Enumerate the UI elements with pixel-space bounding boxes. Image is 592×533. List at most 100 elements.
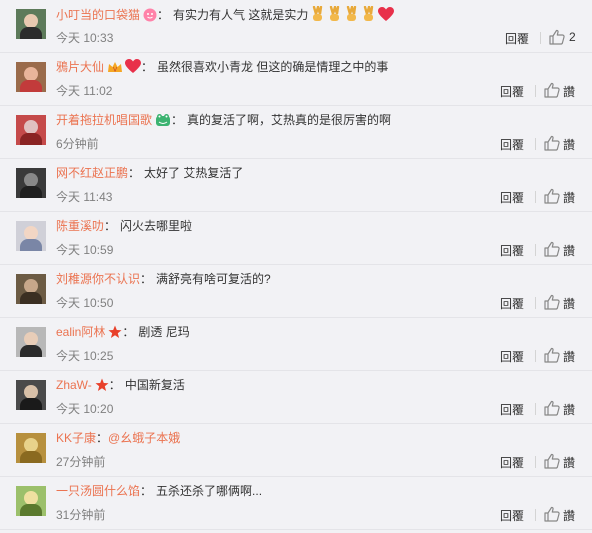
- comment-time: 今天 10:25: [56, 349, 114, 363]
- user-avatar[interactable]: [16, 115, 46, 145]
- action-divider: [535, 509, 536, 521]
- user-avatar[interactable]: [16, 380, 46, 410]
- comment-row: KK子康：@幺蛾子本娥 27分钟前 回覆 讚: [0, 424, 592, 477]
- user-avatar[interactable]: [16, 168, 46, 198]
- comment-line: 陈重溪叻： 闪火去哪里啦: [56, 218, 192, 234]
- action-divider: [535, 297, 536, 309]
- like-label[interactable]: 讚: [563, 348, 575, 365]
- comment-text: 闪火去哪里啦: [120, 219, 193, 233]
- colon-separator: ：: [141, 60, 154, 74]
- comment-text: 中国新复活: [124, 378, 185, 392]
- thumbs-up-icon[interactable]: [544, 453, 560, 469]
- username-link[interactable]: 一只汤圆什么馅: [56, 484, 140, 498]
- like-label[interactable]: 讚: [563, 136, 575, 153]
- username-link[interactable]: 鴉片大仙: [56, 60, 104, 74]
- comment-time: 6分钟前: [56, 137, 99, 151]
- user-avatar[interactable]: [16, 221, 46, 251]
- colon-separator: ：: [171, 113, 184, 127]
- username-link[interactable]: ZhaW-: [56, 378, 92, 392]
- heart-icon: [378, 7, 395, 26]
- thumbs-up-icon[interactable]: [544, 135, 560, 151]
- username-link[interactable]: KK子康: [56, 431, 96, 445]
- user-avatar[interactable]: [16, 274, 46, 304]
- username-link[interactable]: 小叮当的口袋猫: [56, 8, 140, 22]
- username-link[interactable]: 刘稚源你不认识: [56, 272, 140, 286]
- comment-row: ZhaW- ：中国新复活 今天 10:20 回覆 讚: [0, 371, 592, 424]
- victory-icon: [344, 2, 359, 26]
- comment-text: 太好了 艾热复活了: [144, 166, 244, 180]
- action-divider: [535, 244, 536, 256]
- comment-line: 开着拖拉机唱国歌 ：真的复活了啊，艾热真的是很厉害的啊: [56, 112, 391, 128]
- vip-crown-badge-icon: V: [107, 60, 123, 78]
- thumbs-up-icon[interactable]: [544, 347, 560, 363]
- comment-time: 今天 10:33: [56, 31, 114, 45]
- thumbs-up-icon[interactable]: [544, 241, 560, 257]
- thumbs-up-icon[interactable]: [544, 400, 560, 416]
- like-label[interactable]: 讚: [563, 295, 575, 312]
- comment-text: 有实力有人气 这就是实力: [173, 8, 309, 22]
- comment-time: 今天 10:59: [56, 243, 114, 257]
- reply-button[interactable]: 回覆: [500, 242, 524, 259]
- user-avatar[interactable]: [16, 62, 46, 92]
- username-link[interactable]: 网不红赵正鹏: [56, 166, 128, 180]
- like-label[interactable]: 讚: [563, 507, 575, 524]
- reply-button[interactable]: 回覆: [500, 83, 524, 100]
- reply-button[interactable]: 回覆: [500, 507, 524, 524]
- like-label[interactable]: 讚: [563, 454, 575, 471]
- comment-time: 今天 10:20: [56, 402, 114, 416]
- like-label[interactable]: 讚: [563, 242, 575, 259]
- thumbs-up-icon[interactable]: [549, 29, 565, 45]
- comment-text: 满舒亮有啥可复活的?: [156, 272, 271, 286]
- thumbs-up-icon[interactable]: [544, 506, 560, 522]
- victory-icon: [361, 2, 376, 26]
- mention-link[interactable]: @幺蛾子本娥: [108, 431, 180, 445]
- comment-line: 刘稚源你不认识： 满舒亮有啥可复活的?: [56, 271, 271, 287]
- reply-button[interactable]: 回覆: [500, 401, 524, 418]
- thumbs-up-icon[interactable]: [544, 82, 560, 98]
- action-divider: [535, 350, 536, 362]
- thumbs-up-icon[interactable]: [544, 188, 560, 204]
- reply-button[interactable]: 回覆: [500, 189, 524, 206]
- comment-line: 一只汤圆什么馅： 五杀还杀了哪俩啊...: [56, 483, 262, 499]
- comment-line: ZhaW- ：中国新复活: [56, 377, 185, 393]
- star-badge-icon: [108, 325, 122, 343]
- comment-text: 真的复活了啊，艾热真的是很厉害的啊: [187, 113, 392, 127]
- comment-row: ealin阿林 ：剧透 尼玛今天 10:25 回覆 讚: [0, 318, 592, 371]
- like-label[interactable]: 讚: [563, 401, 575, 418]
- user-avatar[interactable]: [16, 433, 46, 463]
- comment-line: ealin阿林 ：剧透 尼玛: [56, 324, 190, 340]
- user-avatar[interactable]: [16, 9, 46, 39]
- vip-cat-badge-icon: [143, 8, 157, 26]
- colon-separator: ：: [96, 431, 109, 445]
- thumbs-up-icon[interactable]: [544, 294, 560, 310]
- comment-row: 陈重溪叻： 闪火去哪里啦 今天 10:59 回覆 讚: [0, 212, 592, 265]
- reply-button[interactable]: 回覆: [500, 295, 524, 312]
- comment-text: 剧透 尼玛: [138, 325, 190, 339]
- username-link[interactable]: 开着拖拉机唱国歌: [56, 113, 152, 127]
- comment-row: 网不红赵正鹏： 太好了 艾热复活了 今天 11:43 回覆 讚: [0, 159, 592, 212]
- action-divider: [540, 32, 541, 44]
- comment-row: 一只汤圆什么馅： 五杀还杀了哪俩啊... 31分钟前 回覆 讚: [0, 477, 592, 530]
- colon-separator: ：: [122, 325, 135, 339]
- comment-time: 27分钟前: [56, 455, 106, 469]
- colon-separator: ：: [140, 272, 153, 286]
- colon-separator: ：: [140, 484, 153, 498]
- like-label[interactable]: 2: [569, 30, 576, 44]
- reply-button[interactable]: 回覆: [500, 454, 524, 471]
- comment-line: 小叮当的口袋猫 ：有实力有人气 这就是实力: [56, 2, 395, 22]
- user-avatar[interactable]: [16, 327, 46, 357]
- reply-button[interactable]: 回覆: [500, 348, 524, 365]
- like-label[interactable]: 讚: [563, 189, 575, 206]
- comment-row: 鴉片大仙 V ：虽然很喜欢小青龙 但这的确是情理之中的事 今天 11:02 回覆 讚: [0, 53, 592, 106]
- comment-time: 今天 10:50: [56, 296, 114, 310]
- comment-time: 今天 11:02: [56, 84, 113, 98]
- user-avatar[interactable]: [16, 486, 46, 516]
- username-link[interactable]: ealin阿林: [56, 325, 105, 339]
- like-label[interactable]: 讚: [563, 83, 575, 100]
- username-link[interactable]: 陈重溪叻: [56, 219, 104, 233]
- comment-text: 五杀还杀了哪俩啊...: [156, 484, 263, 498]
- reply-button[interactable]: 回覆: [505, 30, 529, 47]
- comment-list: 小叮当的口袋猫：有实力有人气 这就是实力 今天 10:33 回覆 2 鴉片大仙 V：虽然很…: [0, 0, 592, 533]
- reply-button[interactable]: 回覆: [500, 136, 524, 153]
- action-divider: [535, 191, 536, 203]
